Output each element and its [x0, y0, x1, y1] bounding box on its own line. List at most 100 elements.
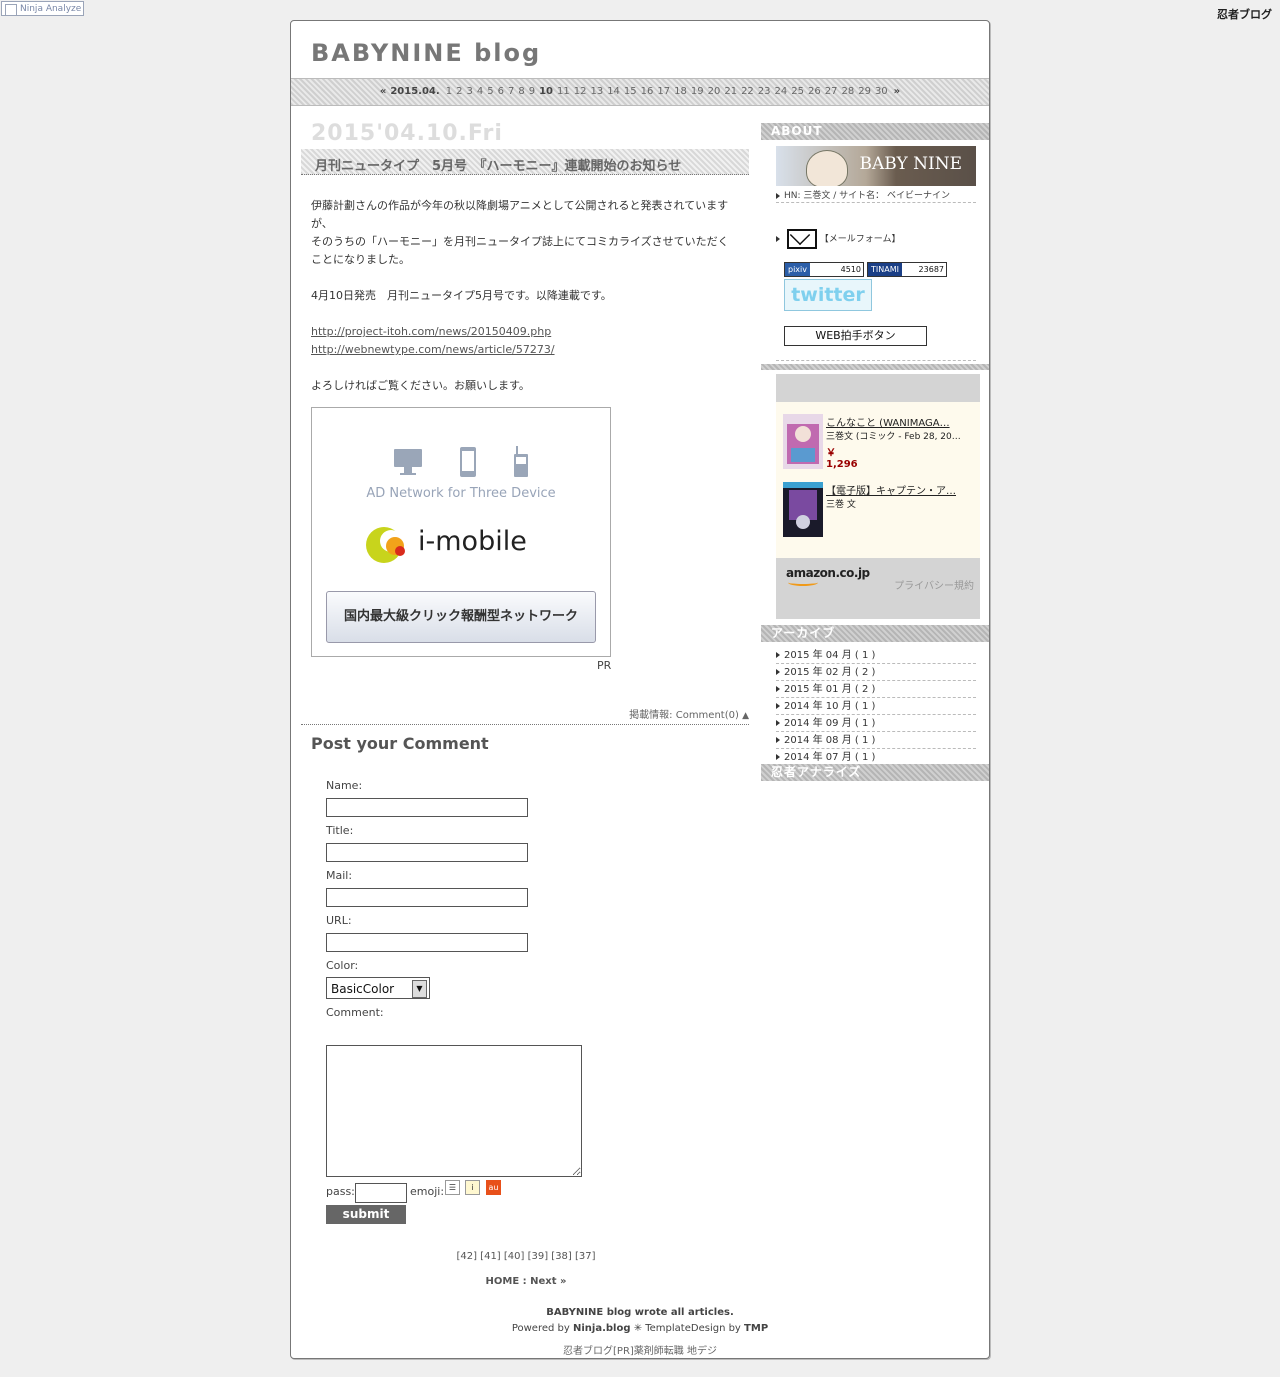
calendar-day: 11 — [556, 86, 570, 97]
archive-item[interactable]: 2014 年 10 月 ( 1 ) — [776, 699, 976, 715]
calendar-day: 9 — [528, 86, 536, 97]
mail-input[interactable] — [326, 888, 528, 907]
entry-text: 伊藤計劃さんの作品が今年の秋以降劇場アニメとして公開されると発表されていますが、 — [311, 199, 729, 230]
emoji-au-icon[interactable]: au — [486, 1180, 501, 1195]
emoji-i-icon[interactable]: i — [465, 1180, 480, 1195]
pixiv-count: 4510 — [840, 265, 861, 274]
footer-ads[interactable]: 忍者ブログ[PR]薬剤師転職 地デジ — [290, 1342, 990, 1357]
calendar-day: 25 — [791, 86, 804, 97]
entry-title: 月刊ニュータイプ 5月号 『ハーモニー』連載開始のお知らせ — [315, 159, 682, 174]
baby-nine-banner[interactable]: BABY NINE — [776, 146, 976, 186]
calendar-day: 19 — [690, 86, 704, 97]
tmp-link[interactable]: TMP — [744, 1323, 768, 1334]
amazon-smile-icon — [788, 579, 818, 586]
calendar-day: 24 — [774, 86, 788, 97]
chevron-down-icon: ▼ — [412, 980, 427, 998]
archive-list: 2015 年 04 月 ( 1 ) 2015 年 02 月 ( 2 ) 2015 年… — [776, 648, 976, 767]
archive-link[interactable]: 2014 年 10 月 ( 1 ) — [784, 701, 875, 712]
pagination[interactable]: [42] [41] [40] [39] [38] [37] — [291, 1251, 761, 1262]
archive-link[interactable]: 2014 年 07 月 ( 1 ) — [784, 752, 875, 763]
entry-link-project-itoh[interactable]: http://project-itoh.com/news/20150409.ph… — [311, 325, 551, 338]
title-input[interactable] — [326, 843, 528, 862]
calendar-next-link[interactable]: » — [894, 86, 900, 97]
twitter-button[interactable]: twitter — [784, 279, 872, 311]
calendar-day: 26 — [808, 86, 821, 97]
archive-link[interactable]: 2015 年 04 月 ( 1 ) — [784, 650, 875, 661]
entry-meta: 掲載情報: Comment(0) ▲ — [301, 706, 749, 725]
calendar-days: 1 2 3 4 5 6 7 8 9 10 11 12 13 14 15 16 17 18 19 20 21 22 23 24 2… — [444, 86, 890, 97]
archive-item[interactable]: 2015 年 01 月 ( 2 ) — [776, 682, 976, 698]
mail-icon[interactable] — [786, 229, 817, 249]
calendar-day: 16 — [640, 86, 654, 97]
submit-button[interactable]: submit — [326, 1205, 406, 1224]
web-clap-button[interactable]: WEB拍手ボタン — [784, 326, 927, 346]
ninja-blog-logo[interactable]: 忍者ブログ — [1217, 6, 1272, 22]
ad-cta-button[interactable]: 国内最大級クリック報酬型ネットワーク — [326, 591, 596, 643]
archive-link[interactable]: 2015 年 01 月 ( 2 ) — [784, 684, 875, 695]
calendar-day: 13 — [590, 86, 604, 97]
comment-count-link[interactable]: Comment(0) — [676, 710, 739, 721]
calendar-day: 30 — [874, 86, 888, 97]
archive-item[interactable]: 2015 年 04 月 ( 1 ) — [776, 648, 976, 664]
calendar-day: 23 — [757, 86, 771, 97]
mailform-link[interactable]: 【メールフォーム】 — [820, 235, 901, 245]
archive-heading: アーカイブ — [761, 625, 989, 642]
i-mobile-text: i-mobile — [418, 526, 527, 557]
url-label: URL: — [326, 914, 352, 927]
ninja-analyze-label: Ninja Analyze — [20, 4, 82, 14]
ninja-analyze-badge[interactable]: Ninja Analyze — [1, 1, 84, 16]
page-top-icon[interactable]: ▲ — [742, 711, 749, 721]
archive-item[interactable]: 2014 年 08 月 ( 1 ) — [776, 733, 976, 749]
banner-name: BABY NINE — [859, 154, 962, 174]
mailform-row[interactable]: 【メールフォーム】 — [776, 229, 900, 249]
pass-input[interactable] — [355, 1183, 407, 1203]
site-title[interactable]: BABYNINE blog — [311, 39, 541, 67]
ad-banner[interactable]: AD Network for Three Device i-mobile 国内最… — [311, 407, 611, 657]
color-label: Color: — [326, 959, 359, 972]
pixiv-counter[interactable]: pixiv 4510 — [784, 262, 864, 277]
arrow-icon — [776, 669, 780, 675]
entry-date: 2015'04.10.Fri — [311, 121, 503, 146]
page-container: BABYNINE blog «2015.04. 1 2 3 4 5 6 7 8 9 10 11 12 13… — [290, 20, 990, 1359]
calendar-day: 7 — [507, 86, 515, 97]
calendar-day: 15 — [623, 86, 637, 97]
archive-link[interactable]: 2014 年 08 月 ( 1 ) — [784, 735, 875, 746]
ad-network-text: AD Network for Three Device — [366, 486, 556, 501]
archive-item[interactable]: 2014 年 09 月 ( 1 ) — [776, 716, 976, 732]
arrow-icon — [776, 737, 780, 743]
calendar-day: 18 — [674, 86, 687, 97]
amazon-item-title[interactable]: 【電子版】キャプテン・ア… — [826, 482, 976, 497]
entry-link-webnewtype[interactable]: http://webnewtype.com/news/article/57273… — [311, 343, 555, 356]
comment-form-heading: Post your Comment — [311, 734, 489, 753]
emoji-label: emoji: — [410, 1185, 445, 1198]
url-input[interactable] — [326, 933, 528, 952]
calendar-prev-link[interactable]: « — [380, 86, 386, 97]
section-divider — [761, 364, 989, 370]
entry-body: 伊藤計劃さんの作品が今年の秋以降劇場アニメとして公開されると発表されていますが、… — [311, 197, 731, 413]
amazon-logo[interactable]: amazon.co.jp — [786, 566, 870, 586]
color-select[interactable]: BasicColor ▼ — [326, 977, 430, 999]
entry-title-bar: 月刊ニュータイプ 5月号 『ハーモニー』連載開始のお知らせ — [301, 149, 749, 175]
tinami-count: 23687 — [918, 265, 944, 274]
archive-link[interactable]: 2015 年 02 月 ( 2 ) — [784, 667, 875, 678]
calendar-day: 28 — [841, 86, 855, 97]
name-input[interactable] — [326, 798, 528, 817]
calendar-day: 6 — [497, 86, 504, 97]
arrow-icon — [776, 686, 780, 692]
comment-textarea[interactable] — [326, 1045, 582, 1177]
amazon-item-title[interactable]: こんなこと (WANIMAGA… — [826, 414, 976, 429]
archive-link[interactable]: 2014 年 09 月 ( 1 ) — [784, 718, 875, 729]
emoji-docomo-icon[interactable]: ☰ — [445, 1180, 460, 1195]
amazon-privacy-link[interactable]: プライバシー規約 — [894, 577, 974, 592]
amazon-item-author: 三巻文 (コミック - Feb 28, 20… — [826, 432, 961, 442]
calendar-day[interactable]: 10 — [539, 86, 553, 97]
home-next-nav[interactable]: HOME : Next » — [291, 1276, 761, 1287]
calendar-day: 22 — [741, 86, 754, 97]
archive-item[interactable]: 2015 年 02 月 ( 2 ) — [776, 665, 976, 681]
calendar-day: 20 — [707, 86, 721, 97]
arrow-icon — [776, 652, 780, 658]
arrow-icon — [776, 192, 780, 199]
title-label: Title: — [326, 824, 354, 837]
tinami-counter[interactable]: TINAMI 23687 — [867, 262, 947, 277]
ninja-blog-link[interactable]: Ninja.blog — [573, 1323, 631, 1334]
